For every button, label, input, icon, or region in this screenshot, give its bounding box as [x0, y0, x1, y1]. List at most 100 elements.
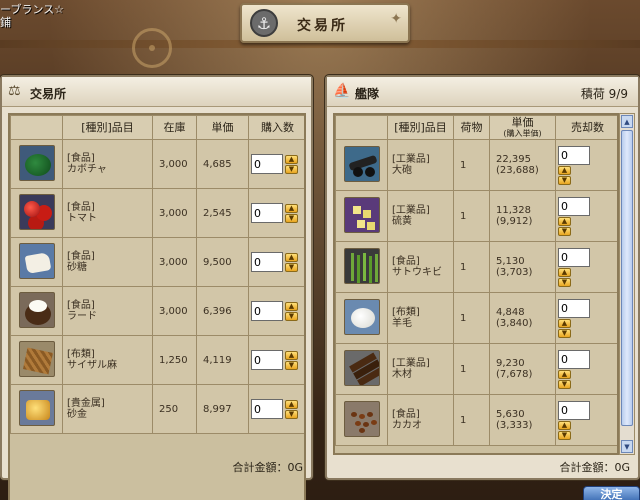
qty-up-button[interactable]: ▲ — [285, 301, 298, 311]
qty-up-button[interactable]: ▲ — [558, 420, 571, 430]
fleet-table: [種別]品目 荷物 単価 (購入単価) 売却数 [工業品] 大砲 1 22,395(… — [335, 115, 617, 446]
fleet-panel: ⛵ 艦隊 積荷 9/9 [種別]品目 荷物 単価 (購入単価) 売却数 [工業品… — [325, 75, 640, 480]
scales-icon: ⚖ — [8, 83, 21, 99]
market-row[interactable]: [食品]砂糖 3,000 9,500 ▲▼ — [10, 237, 304, 287]
item-stock: 3,000 — [152, 139, 197, 189]
market-row[interactable]: [貴金属]砂金 250 8,997 ▲▼ — [10, 384, 304, 434]
fleet-row[interactable]: [布類]羊毛 1 4,848(3,840) ▲▼ — [335, 292, 617, 344]
fleet-total: 合計金額：0G — [559, 461, 630, 474]
qty-down-button[interactable]: ▼ — [285, 360, 298, 370]
market-row[interactable]: [布類]サイザル麻 1,250 4,119 ▲▼ — [10, 335, 304, 385]
buy-qty-input[interactable] — [251, 399, 283, 419]
fleet-table-frame: [種別]品目 荷物 単価 (購入単価) 売却数 [工業品] 大砲 1 22,395(… — [333, 113, 619, 455]
qty-up-button[interactable]: ▲ — [558, 318, 571, 328]
item-price: 4,685 — [196, 139, 249, 189]
item-price: 6,396 — [196, 286, 249, 336]
item-name: ラード — [67, 311, 97, 322]
qty-down-button[interactable]: ▼ — [285, 311, 298, 321]
market-row[interactable]: [食品]トマト 3,000 2,545 ▲▼ — [10, 188, 304, 238]
market-panel-header: ⚖ 交易所 — [2, 77, 311, 107]
qty-up-button[interactable]: ▲ — [285, 350, 298, 360]
cargo-price: 11,328 — [496, 205, 531, 216]
item-price: 8,997 — [196, 384, 249, 434]
buy-qty-input[interactable] — [251, 301, 283, 321]
qty-up-button[interactable]: ▲ — [558, 216, 571, 226]
qty-down-button[interactable]: ▼ — [558, 430, 571, 440]
fleet-col-price-label: 単価 — [511, 115, 534, 129]
cargo-name: 羊毛 — [392, 318, 412, 329]
tomato-icon — [18, 193, 55, 230]
item-category: [食品] — [67, 153, 95, 164]
item-name: トマト — [67, 213, 97, 224]
fleet-row[interactable]: [工業品]木材 1 9,230(7,678) ▲▼ — [335, 343, 617, 395]
qty-down-button[interactable]: ▼ — [558, 175, 571, 185]
cargo-hold: 1 — [453, 292, 490, 344]
fleet-col-hold: 荷物 — [453, 115, 490, 140]
fleet-col-item: [種別]品目 — [387, 115, 454, 140]
market-table: [種別]品目 在庫 単価 購入数 [食品]カボチャ 3,000 4,685 ▲▼… — [10, 115, 304, 434]
buy-qty-input[interactable] — [251, 252, 283, 272]
buy-qty-input[interactable] — [251, 203, 283, 223]
qty-up-button[interactable]: ▲ — [558, 267, 571, 277]
market-row[interactable]: [食品]カボチャ 3,000 4,685 ▲▼ — [10, 139, 304, 189]
market-col-stock: 在庫 — [152, 115, 197, 140]
market-table-frame: [種別]品目 在庫 単価 購入数 [食品]カボチャ 3,000 4,685 ▲▼… — [8, 113, 306, 500]
cargo-name: カカオ — [392, 420, 422, 431]
market-col-item: [種別]品目 — [62, 115, 153, 140]
wool-icon — [343, 298, 380, 335]
qty-up-button[interactable]: ▲ — [285, 203, 298, 213]
item-stock: 1,250 — [152, 335, 197, 385]
buy-qty-input[interactable] — [251, 154, 283, 174]
item-name: 砂糖 — [67, 262, 87, 273]
qty-up-button[interactable]: ▲ — [558, 165, 571, 175]
qty-up-button[interactable]: ▲ — [285, 252, 298, 262]
qty-down-button[interactable]: ▼ — [285, 409, 298, 419]
sugarcane-icon — [343, 247, 380, 284]
qty-up-button[interactable]: ▲ — [558, 369, 571, 379]
cargo-name: 大砲 — [392, 165, 412, 176]
item-name: 砂金 — [67, 409, 87, 420]
cargo-purchase-price: (3,840) — [496, 318, 533, 329]
qty-down-button[interactable]: ▼ — [558, 328, 571, 338]
fleet-col-price: 単価 (購入単価) — [489, 115, 556, 140]
sell-qty-input[interactable] — [558, 400, 590, 420]
sell-qty-input[interactable] — [558, 298, 590, 318]
cargo-hold: 1 — [453, 190, 490, 242]
qty-down-button[interactable]: ▼ — [285, 213, 298, 223]
sell-qty-input[interactable] — [558, 349, 590, 369]
fleet-row[interactable]: [食品]カカオ 1 5,630(3,333) ▲▼ — [335, 394, 617, 446]
qty-down-button[interactable]: ▼ — [285, 262, 298, 272]
qty-down-button[interactable]: ▼ — [558, 277, 571, 287]
market-row[interactable]: [食品]ラード 3,000 6,396 ▲▼ — [10, 286, 304, 336]
sell-qty-input[interactable] — [558, 145, 590, 165]
cargo-purchase-price: (3,333) — [496, 420, 533, 431]
decide-button[interactable]: 決定 — [583, 486, 640, 500]
scroll-down-button[interactable]: ▼ — [621, 440, 633, 453]
fleet-row[interactable]: [食品]サトウキビ 1 5,130(3,703) ▲▼ — [335, 241, 617, 293]
qty-down-button[interactable]: ▼ — [285, 164, 298, 174]
scroll-up-button[interactable]: ▲ — [621, 115, 633, 128]
sell-qty-control: ▲▼ — [556, 298, 617, 338]
sell-qty-input[interactable] — [558, 196, 590, 216]
buy-qty-control: ▲▼ — [249, 154, 304, 174]
sisal-icon — [18, 340, 55, 377]
buy-qty-control: ▲▼ — [249, 252, 304, 272]
item-category: [食品] — [67, 300, 95, 311]
fleet-row[interactable]: [工業品]大砲 1 22,395(23,688) ▲▼ — [335, 139, 617, 191]
qty-down-button[interactable]: ▼ — [558, 226, 571, 236]
fleet-scrollbar[interactable]: ▲ ▼ — [619, 113, 635, 455]
buy-qty-input[interactable] — [251, 350, 283, 370]
sell-qty-input[interactable] — [558, 247, 590, 267]
cargo-name: サトウキビ — [392, 267, 442, 278]
qty-down-button[interactable]: ▼ — [558, 379, 571, 389]
item-stock: 3,000 — [152, 286, 197, 336]
pumpkin-icon — [18, 144, 55, 181]
fleet-panel-title: 艦隊 — [355, 87, 380, 101]
qty-up-button[interactable]: ▲ — [285, 154, 298, 164]
scroll-thumb[interactable] — [621, 130, 633, 426]
qty-up-button[interactable]: ▲ — [285, 399, 298, 409]
sell-qty-control: ▲▼ — [556, 145, 617, 185]
player-title-line2: 鋪 — [0, 16, 11, 29]
fleet-row[interactable]: [工業品]硫黄 1 11,328(9,912) ▲▼ — [335, 190, 617, 242]
item-name: カボチャ — [67, 164, 107, 175]
